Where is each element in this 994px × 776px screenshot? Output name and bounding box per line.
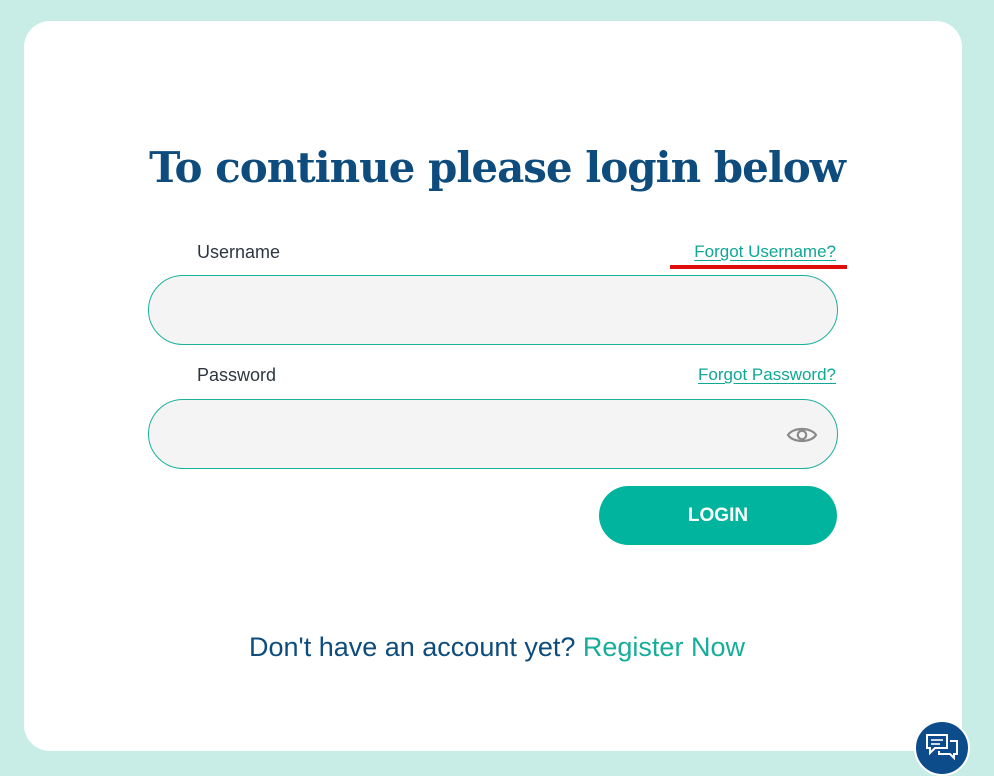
page-title: To continue please login below (149, 143, 846, 192)
username-label: Username (197, 242, 281, 262)
chat-bubbles-icon (925, 732, 959, 765)
username-field-wrapper (148, 275, 838, 345)
forgot-username-link[interactable]: Forgot Username? (694, 242, 836, 262)
chat-button[interactable] (914, 720, 970, 776)
password-field-wrapper (148, 399, 838, 469)
register-prompt-text: Don't have an account yet? (249, 632, 576, 662)
eye-icon[interactable] (785, 418, 819, 452)
register-now-link[interactable]: Register Now (583, 632, 745, 662)
register-prompt-line: Don't have an account yet? Register Now (0, 632, 994, 663)
username-input[interactable] (149, 276, 837, 344)
forgot-password-link[interactable]: Forgot Password? (698, 365, 836, 385)
password-label: Password (197, 365, 277, 385)
login-button[interactable]: LOGIN (599, 486, 837, 545)
annotation-underline (670, 265, 847, 269)
password-input[interactable] (149, 400, 837, 468)
